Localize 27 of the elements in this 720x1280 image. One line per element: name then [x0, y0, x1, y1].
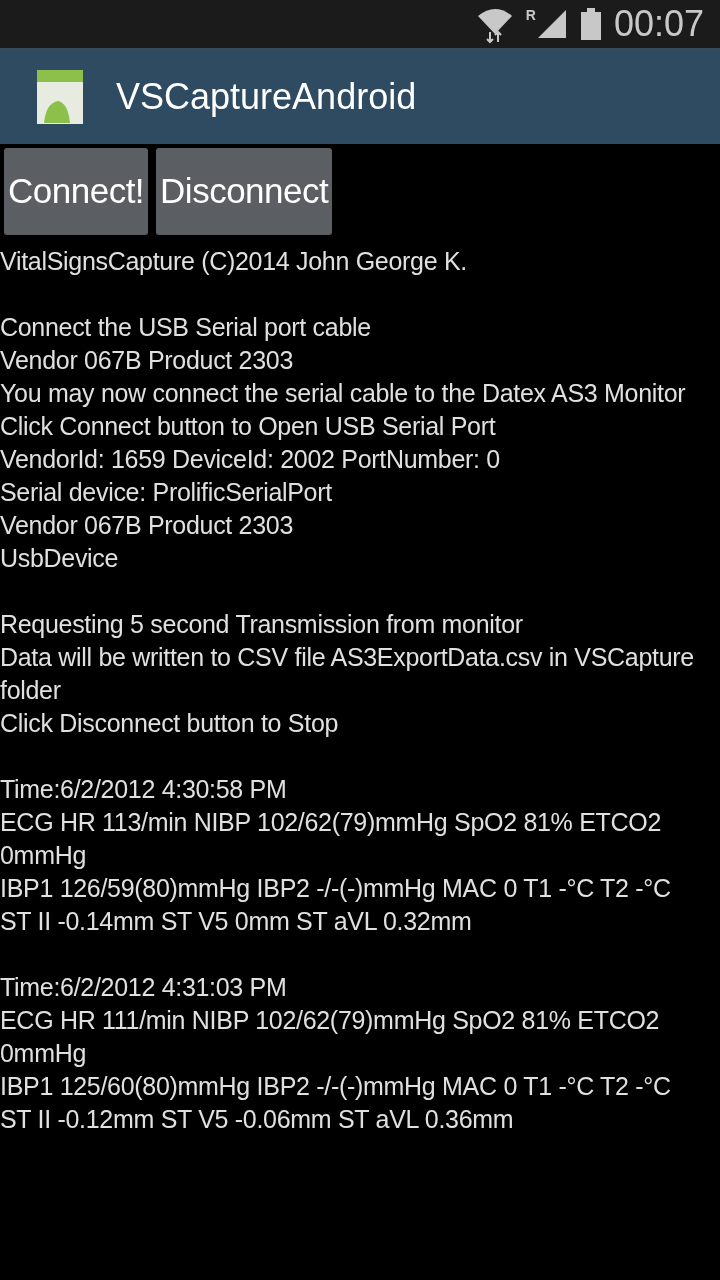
log-line: IBP1 125/60(80)mmHg IBP2 -/-(-)mmHg MAC 0 T1 -°C T2 -°C [0, 1071, 672, 1102]
log-line: Time:6/2/2012 4:30:58 PM [0, 774, 288, 805]
log-line: Serial device: ProlificSerialPort [0, 477, 333, 508]
log-line: ECG HR 113/min NIBP 102/62(79)mmHg SpO2 81% ETCO2 0mmHg [0, 807, 663, 871]
log-line: Data will be written to CSV file AS3ExportData.csv in VSCapture folder [0, 642, 695, 706]
log-line: ST II -0.14mm ST V5 0mm ST aVL 0.32mm [0, 906, 473, 937]
clock: 00:07 [613, 6, 704, 42]
app-icon [36, 69, 84, 125]
roaming-indicator: R [525, 8, 536, 22]
log-line: ECG HR 111/min NIBP 102/62(79)mmHg SpO2 81% ETCO2 0mmHg [0, 1005, 661, 1069]
log-line: Vendor 067B Product 2303 [0, 510, 295, 541]
log-line: VendorId: 1659 DeviceId: 2002 PortNumber: 0 [0, 444, 501, 475]
log-line: UsbDevice [0, 543, 120, 574]
log-line: Connect the USB Serial port cable [0, 312, 372, 343]
log-line: Time:6/2/2012 4:31:03 PM [0, 972, 288, 1003]
log-line: IBP1 126/59(80)mmHg IBP2 -/-(-)mmHg MAC 0 T1 -°C T2 -°C [0, 873, 672, 904]
log-line: VitalSignsCapture (C)2014 John George K. [0, 246, 468, 277]
log-line: Click Disconnect button to Stop [0, 708, 340, 739]
app-title: VSCaptureAndroid [116, 75, 417, 119]
log-line: ST II -0.12mm ST V5 -0.06mm ST aVL 0.36mm [0, 1104, 515, 1135]
battery-icon [579, 8, 602, 40]
log-line: You may now connect the serial cable to the Datex AS3 Monitor [0, 378, 687, 409]
log-line: Click Connect button to Open USB Serial Port [0, 411, 497, 442]
action-button[interactable]: Disconnect [156, 148, 333, 235]
log-line: Vendor 067B Product 2303 [0, 345, 295, 376]
action-button[interactable]: Connect! [4, 148, 149, 235]
log-line: Requesting 5 second Transmission from monitor [0, 609, 524, 640]
